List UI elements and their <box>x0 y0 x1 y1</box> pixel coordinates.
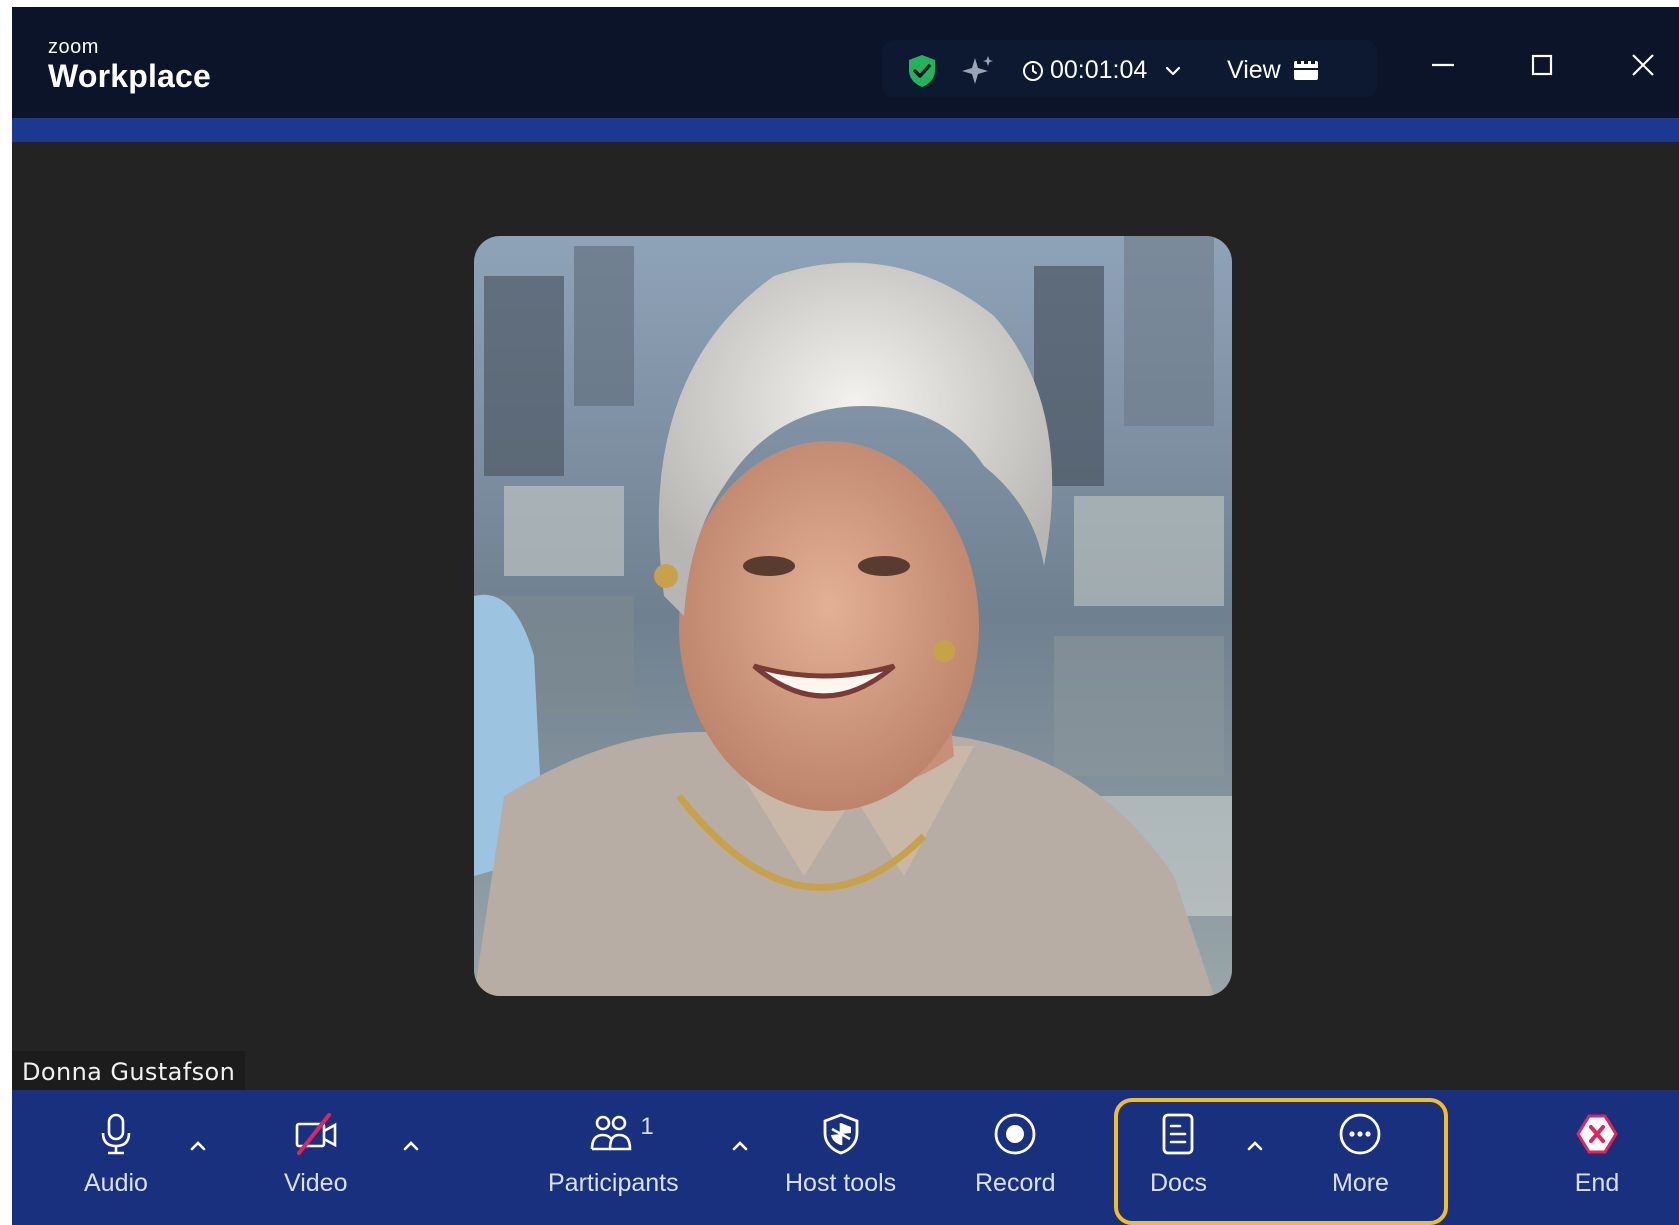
maximize-icon[interactable] <box>1514 37 1570 93</box>
title-accent-band <box>12 118 1679 142</box>
audio-button[interactable]: Audio <box>84 1108 148 1198</box>
participant-name-tag: Donna Gustafson <box>12 1051 246 1093</box>
zoom-meeting-window: zoom Workplace 00:01:04 View Donna Gusta… <box>12 7 1679 1225</box>
ai-sparkle-icon[interactable] <box>960 53 996 89</box>
app-logo: zoom Workplace <box>48 37 211 95</box>
audio-options-caret-icon[interactable] <box>186 1134 210 1158</box>
participant-video-tile[interactable] <box>474 236 1232 996</box>
record-label: Record <box>975 1169 1056 1197</box>
participants-button[interactable]: 1 Participants <box>548 1108 679 1198</box>
view-label: View <box>1227 56 1281 84</box>
video-label: Video <box>284 1169 348 1197</box>
end-meeting-button[interactable]: End <box>1571 1108 1623 1198</box>
docs-label: Docs <box>1150 1169 1207 1197</box>
view-button[interactable]: View <box>1227 56 1319 84</box>
record-button[interactable]: Record <box>975 1108 1056 1198</box>
participants-icon-group: 1 <box>548 1108 678 1160</box>
more-options-icon <box>1334 1108 1386 1160</box>
end-label: End <box>1574 1169 1620 1197</box>
document-icon <box>1152 1108 1204 1160</box>
people-icon <box>591 1115 632 1151</box>
participants-label: Participants <box>548 1169 679 1197</box>
title-bar: zoom Workplace 00:01:04 View <box>12 7 1679 118</box>
chevron-down-icon[interactable] <box>1162 60 1184 82</box>
end-meeting-icon <box>1571 1108 1623 1160</box>
participant-photo <box>474 236 1232 996</box>
participants-options-caret-icon[interactable] <box>728 1134 752 1158</box>
more-label: More <box>1332 1169 1389 1197</box>
video-button[interactable]: Video <box>284 1108 348 1198</box>
video-options-caret-icon[interactable] <box>399 1134 423 1158</box>
minimize-icon[interactable] <box>1415 37 1471 93</box>
docs-options-caret-icon[interactable] <box>1243 1134 1267 1158</box>
view-grid-icon <box>1293 58 1319 82</box>
audio-label: Audio <box>84 1169 148 1197</box>
microphone-icon <box>90 1108 142 1160</box>
video-off-icon <box>290 1108 342 1160</box>
close-icon[interactable] <box>1615 37 1671 93</box>
participants-count: 1 <box>640 1113 654 1140</box>
docs-button[interactable]: Docs <box>1150 1108 1207 1198</box>
brand-small-text: zoom <box>48 36 99 58</box>
meeting-timer[interactable]: 00:01:04 <box>1050 56 1147 84</box>
record-icon <box>989 1108 1041 1160</box>
host-tools-label: Host tools <box>785 1169 897 1197</box>
brand-large-text: Workplace <box>48 58 212 94</box>
more-button[interactable]: More <box>1332 1108 1389 1198</box>
host-shield-icon <box>815 1108 867 1160</box>
meeting-info-bar: 00:01:04 View <box>882 40 1377 98</box>
shield-check-icon[interactable] <box>904 53 940 89</box>
meeting-toolbar: Audio Video 1 Participants Host tools Re… <box>12 1090 1679 1225</box>
clock-icon <box>1022 60 1044 82</box>
host-tools-button[interactable]: Host tools <box>785 1108 896 1198</box>
